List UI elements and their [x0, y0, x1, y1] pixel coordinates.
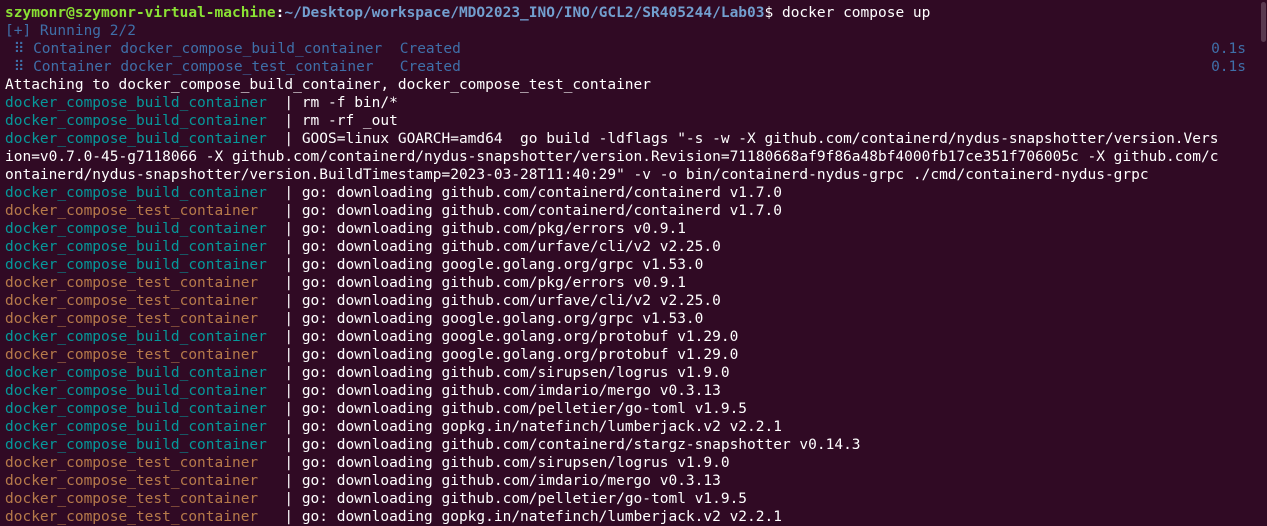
- log-message: | go: downloading google.golang.org/prot…: [284, 347, 739, 363]
- status-item-text: ⠿ Container docker_compose_test_containe…: [5, 59, 461, 75]
- log-line: docker_compose_build_container | go: dow…: [5, 418, 1257, 436]
- log-wrapped-line: ion=v0.7.0-45-g7118066 -X github.com/con…: [5, 149, 1219, 165]
- status-item-time: 0.1s: [1211, 41, 1246, 57]
- log-line: docker_compose_build_container | go: dow…: [5, 328, 1257, 346]
- log-line: docker_compose_build_container | go: dow…: [5, 238, 1257, 256]
- terminal-scrollbar[interactable]: [1261, 0, 1267, 526]
- log-container-name: docker_compose_test_container: [5, 509, 285, 525]
- log-line: docker_compose_build_container | GOOS=li…: [5, 130, 1257, 148]
- log-message: | go: downloading github.com/containerd/…: [284, 185, 782, 201]
- status-item: ⠿ Container docker_compose_build_contain…: [5, 40, 1257, 58]
- log-message: | go: downloading google.golang.org/prot…: [284, 329, 739, 345]
- log-container-name: docker_compose_test_container: [5, 491, 285, 507]
- log-message: | go: downloading google.golang.org/grpc…: [284, 257, 704, 273]
- log-container-name: docker_compose_build_container: [5, 437, 285, 453]
- log-line: docker_compose_test_container | go: down…: [5, 508, 1257, 526]
- log-container-name: docker_compose_build_container: [5, 419, 285, 435]
- log-message: | go: downloading google.golang.org/grpc…: [284, 311, 704, 327]
- log-line: docker_compose_test_container | go: down…: [5, 292, 1257, 310]
- log-message: | go: downloading github.com/urfave/cli/…: [284, 293, 721, 309]
- log-message: | go: downloading github.com/sirupsen/lo…: [284, 365, 730, 381]
- prompt-path: ~/Desktop/workspace/MDO2023_INO/INO/GCL2…: [284, 5, 765, 21]
- log-container-name: docker_compose_build_container: [5, 329, 285, 345]
- log-line: docker_compose_build_container | rm -rf …: [5, 112, 1257, 130]
- log-container-name: docker_compose_test_container: [5, 311, 285, 327]
- log-container-name: docker_compose_build_container: [5, 185, 285, 201]
- log-line: docker_compose_build_container | go: dow…: [5, 436, 1257, 454]
- log-container-name: docker_compose_test_container: [5, 455, 285, 471]
- log-container-name: docker_compose_build_container: [5, 257, 285, 273]
- status-item: ⠿ Container docker_compose_test_containe…: [5, 58, 1257, 76]
- log-line: docker_compose_test_container | go: down…: [5, 454, 1257, 472]
- log-message: | rm -rf _out: [284, 113, 398, 129]
- log-message: | go: downloading github.com/pkg/errors …: [284, 221, 686, 237]
- log-container-name: docker_compose_build_container: [5, 383, 285, 399]
- log-message: | go: downloading github.com/sirupsen/lo…: [284, 455, 730, 471]
- log-container-name: docker_compose_test_container: [5, 203, 285, 219]
- log-line: docker_compose_test_container | go: down…: [5, 346, 1257, 364]
- log-message: | GOOS=linux GOARCH=amd64 go build -ldfl…: [284, 131, 1219, 147]
- status-item-time: 0.1s: [1211, 59, 1246, 75]
- log-container-name: docker_compose_test_container: [5, 347, 285, 363]
- log-line: docker_compose_build_container | go: dow…: [5, 184, 1257, 202]
- log-line: docker_compose_test_container | go: down…: [5, 472, 1257, 490]
- log-container-name: docker_compose_build_container: [5, 113, 285, 129]
- prompt-dollar: $: [764, 5, 782, 21]
- log-wrapped-line: ontainerd/nydus-snapshotter/version.Buil…: [5, 167, 1149, 183]
- status-running: [+] Running 2/2: [5, 23, 136, 39]
- log-line: docker_compose_build_container | go: dow…: [5, 220, 1257, 238]
- log-line: docker_compose_build_container | rm -f b…: [5, 94, 1257, 112]
- log-message: | go: downloading github.com/pkg/errors …: [284, 275, 686, 291]
- log-message: | go: downloading github.com/pelletier/g…: [284, 491, 748, 507]
- log-line: docker_compose_build_container | go: dow…: [5, 400, 1257, 418]
- log-container-name: docker_compose_test_container: [5, 293, 285, 309]
- log-message: | go: downloading gopkg.in/natefinch/lum…: [284, 509, 782, 525]
- terminal-window[interactable]: szymonr@szymonr-virtual-machine:~/Deskto…: [0, 0, 1267, 526]
- terminal-output: szymonr@szymonr-virtual-machine:~/Deskto…: [5, 4, 1257, 526]
- log-line: docker_compose_test_container | go: down…: [5, 202, 1257, 220]
- scrollbar-thumb[interactable]: [1261, 2, 1266, 42]
- log-line: docker_compose_test_container | go: down…: [5, 490, 1257, 508]
- log-container-name: docker_compose_build_container: [5, 239, 285, 255]
- log-container-name: docker_compose_build_container: [5, 131, 285, 147]
- prompt-user-host: szymonr@szymonr-virtual-machine: [5, 5, 276, 21]
- log-container-name: docker_compose_build_container: [5, 401, 285, 417]
- log-message: | go: downloading github.com/imdario/mer…: [284, 383, 721, 399]
- log-message: | go: downloading github.com/containerd/…: [284, 437, 861, 453]
- status-item-text: ⠿ Container docker_compose_build_contain…: [5, 41, 461, 57]
- log-container-name: docker_compose_test_container: [5, 275, 285, 291]
- log-message: | rm -f bin/*: [284, 95, 398, 111]
- log-container-name: docker_compose_test_container: [5, 473, 285, 489]
- log-message: | go: downloading github.com/imdario/mer…: [284, 473, 721, 489]
- log-message: | go: downloading github.com/containerd/…: [284, 203, 782, 219]
- log-message: | go: downloading gopkg.in/natefinch/lum…: [284, 419, 782, 435]
- log-line: docker_compose_test_container | go: down…: [5, 274, 1257, 292]
- prompt-line: szymonr@szymonr-virtual-machine:~/Deskto…: [5, 4, 1257, 22]
- log-container-name: docker_compose_build_container: [5, 95, 285, 111]
- log-line: docker_compose_build_container | go: dow…: [5, 382, 1257, 400]
- log-line: docker_compose_build_container | go: dow…: [5, 256, 1257, 274]
- log-line: docker_compose_test_container | go: down…: [5, 310, 1257, 328]
- log-message: | go: downloading github.com/pelletier/g…: [284, 401, 748, 417]
- prompt-command: docker compose up: [781, 5, 931, 21]
- log-container-name: docker_compose_build_container: [5, 221, 285, 237]
- log-container-name: docker_compose_build_container: [5, 365, 285, 381]
- log-message: | go: downloading github.com/urfave/cli/…: [284, 239, 721, 255]
- attaching-line: Attaching to docker_compose_build_contai…: [5, 77, 652, 93]
- log-line: docker_compose_build_container | go: dow…: [5, 364, 1257, 382]
